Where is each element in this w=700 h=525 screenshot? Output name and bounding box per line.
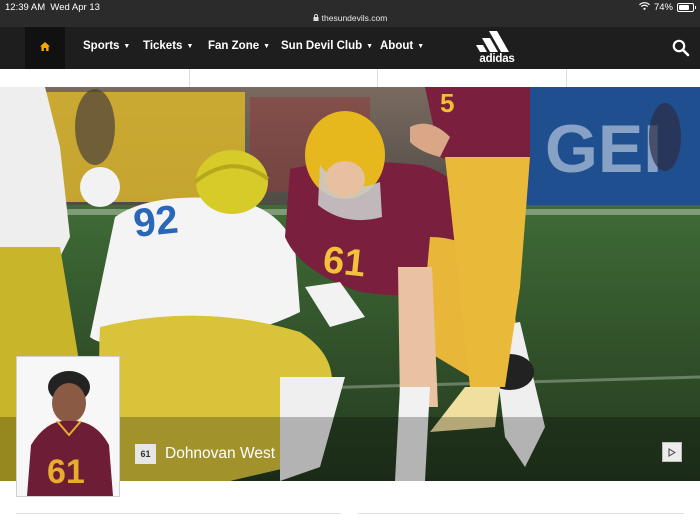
nav-about[interactable]: About ▼ [380,40,424,52]
nav-tickets[interactable]: Tickets ▼ [143,40,193,52]
chevron-down-icon: ▼ [366,43,374,50]
svg-text:GEI: GEI [545,111,662,187]
url-text: thesundevils.com [321,13,388,23]
battery-icon [677,3,696,12]
player-headshot[interactable]: 61 [16,356,120,497]
player-name[interactable]: Dohnovan West [165,444,275,464]
sponsor-logo[interactable]: adidas [470,31,524,65]
sponsor-logo-text: adidas [479,53,515,65]
wifi-icon [639,2,650,13]
search-button[interactable] [672,39,690,57]
battery-percent: 74% [653,2,673,13]
home-icon [40,42,50,54]
svg-text:5: 5 [440,88,454,118]
nav-sun-devil-club[interactable]: Sun Devil Club ▼ [281,40,373,52]
chevron-down-icon: ▼ [186,43,194,50]
chevron-down-icon: ▼ [123,43,131,50]
nav-fan-zone[interactable]: Fan Zone ▼ [208,40,270,52]
battery-level [679,5,689,10]
tab-divider [189,69,190,87]
play-button[interactable] [662,442,682,462]
search-icon [672,39,690,57]
player-headshot-image: 61 [17,357,119,496]
tab-divider [377,69,378,87]
chevron-down-icon: ▼ [263,43,271,50]
secondary-tab-strip [0,69,700,88]
nav-sports[interactable]: Sports ▼ [83,40,130,52]
content-divider [16,513,341,514]
svg-text:61: 61 [47,453,85,491]
status-indicators: 74% [639,2,696,13]
adidas-stripes-icon [476,31,509,52]
content-divider [358,513,684,514]
home-button[interactable] [25,27,65,69]
jersey-number-badge: 61 [135,444,156,464]
site-nav: Sports ▼ Tickets ▼ Fan Zone ▼ Sun Devil Clu… [0,27,700,69]
status-bar: 12:39 AM Wed Apr 13 thesundevils.com 74% [0,0,700,27]
tab-divider [566,69,567,87]
svg-text:61: 61 [321,239,367,285]
play-icon [668,447,676,457]
lock-icon [313,13,319,23]
chevron-down-icon: ▼ [417,43,425,50]
status-time: 12:39 AM Wed Apr 13 [5,2,100,13]
status-date: Wed Apr 13 [50,2,100,13]
address-bar[interactable]: thesundevils.com [0,13,700,23]
svg-text:92: 92 [131,198,180,246]
